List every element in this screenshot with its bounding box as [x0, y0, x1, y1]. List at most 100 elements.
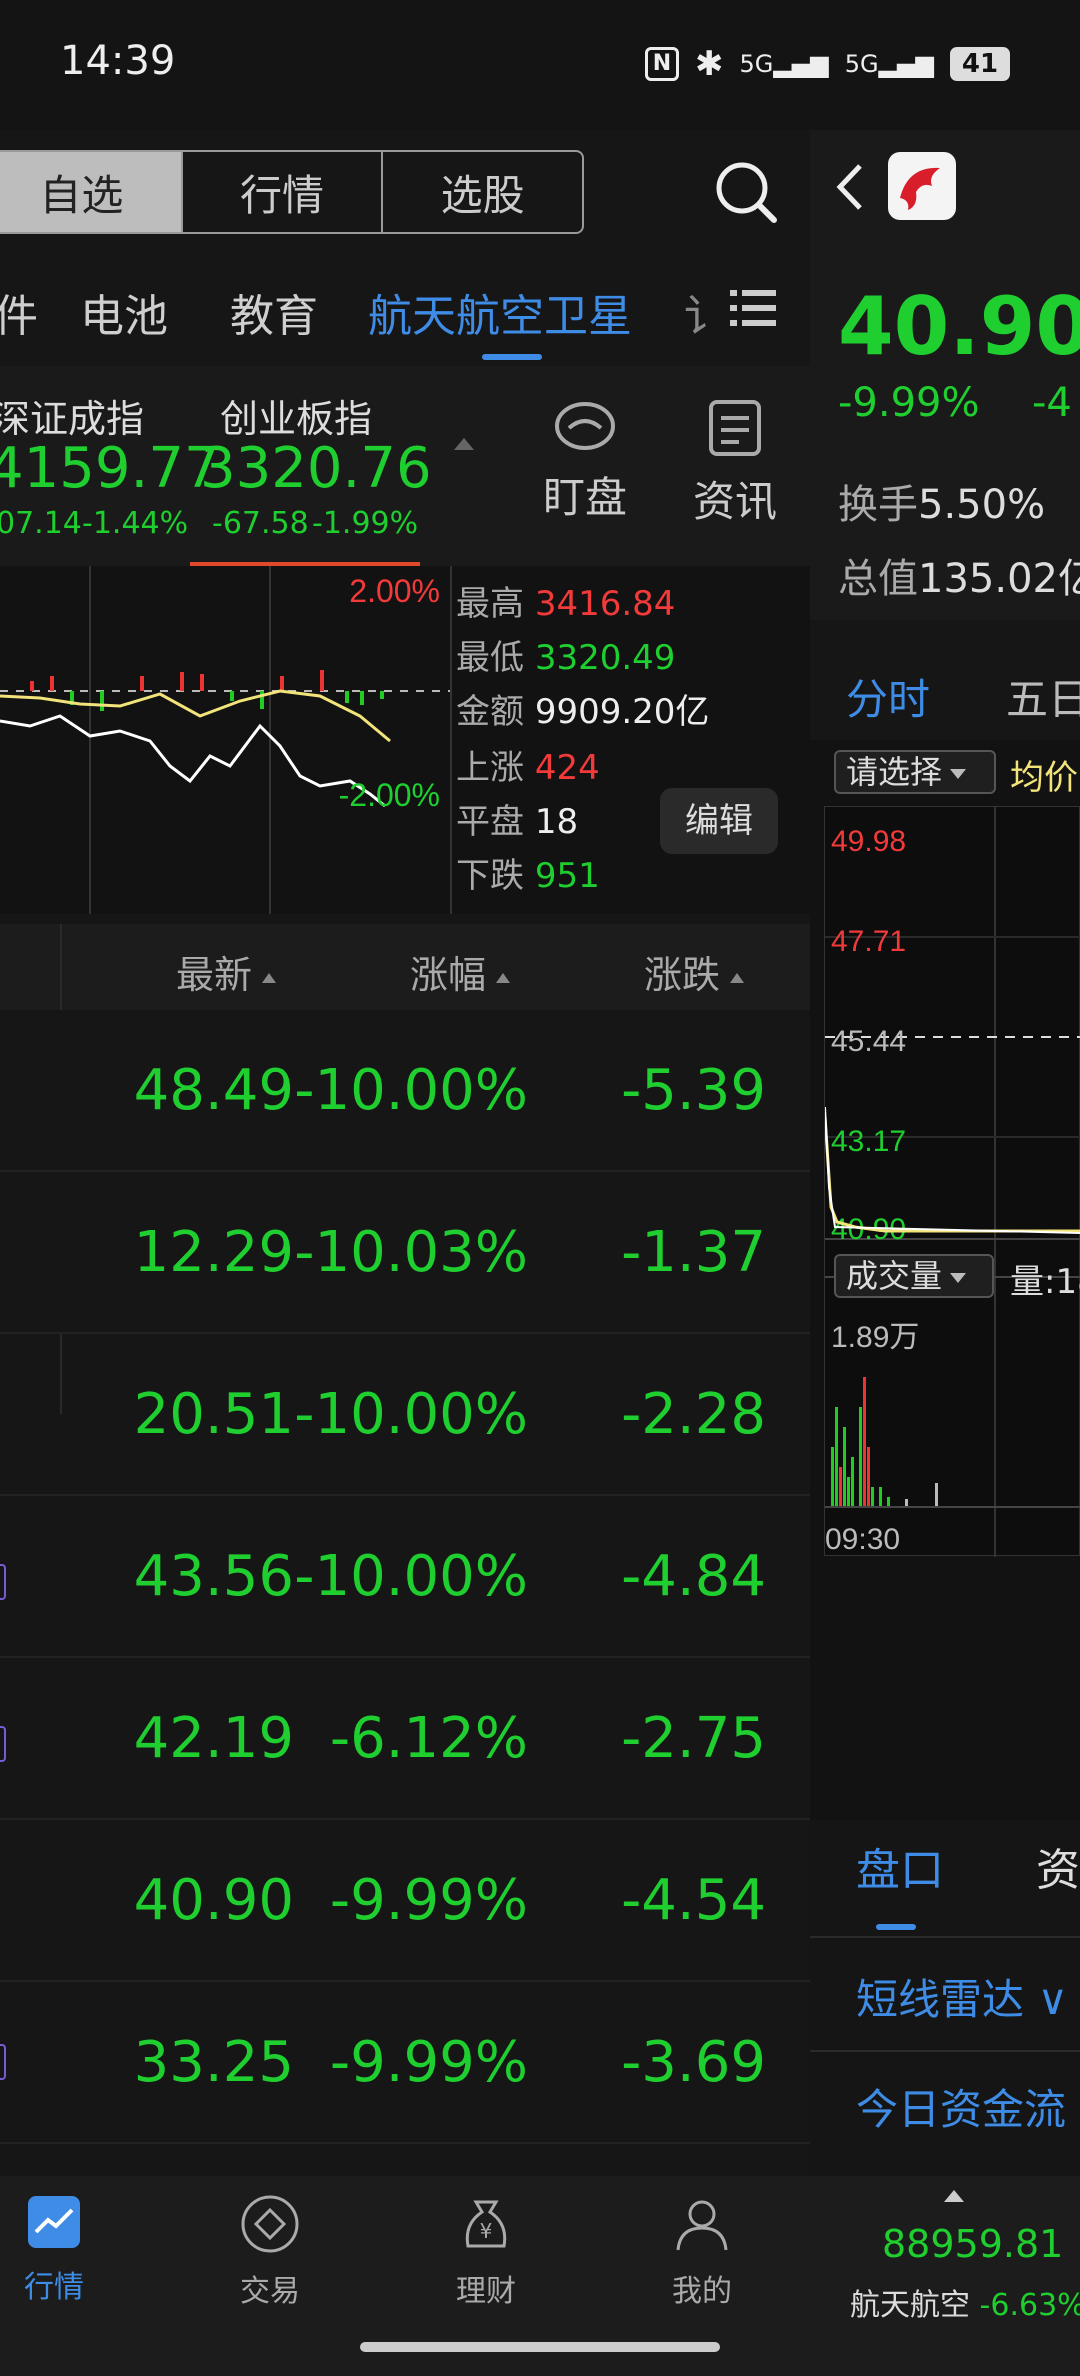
watch-button[interactable]: 盯盘 [530, 398, 640, 525]
price-tick: 49.98 [831, 825, 906, 858]
cell-price: 48.49 [133, 1058, 294, 1123]
cell-change: -2.28 [621, 1382, 766, 1447]
chart-icon [28, 2196, 80, 2248]
cell-price: 12.29 [133, 1220, 294, 1285]
cell-pct: -10.03% [294, 1220, 528, 1285]
table-row[interactable]: 33.25 -9.99% -3.69 [0, 1982, 810, 2144]
index-change: 07.14 [0, 506, 82, 541]
expand-arrow-icon[interactable] [944, 2190, 964, 2202]
segment-stock-picker[interactable]: 选股 [383, 152, 582, 232]
index-pct: -1.99% [312, 506, 419, 541]
index-change: -67.58 [212, 506, 309, 541]
index-info-panel: 最高 3416.84 最低 3320.49 金额 9909.20亿 上涨 424… [450, 566, 810, 914]
signal-icon-2: 5G▂▄▆ [844, 50, 934, 78]
cell-price: 20.51 [133, 1382, 294, 1447]
chart-bottom-label: -2.00% [339, 777, 440, 813]
category-tab-active[interactable]: 航天航空卫星 [368, 280, 632, 344]
index-ticker[interactable]: 88959.81 航天航空 -6.63% [810, 2176, 1080, 2376]
tab-order-book[interactable]: 盘口 [856, 1834, 944, 1898]
nav-profile[interactable]: 我的 [632, 2194, 772, 2310]
cell-price: 33.25 [133, 2030, 294, 2095]
stock-detail-panel: 40.90 -9.99% -4 换手5.50% 总值135.02亿 分时 五日 … [810, 130, 1080, 2176]
cell-change: -5.39 [621, 1058, 766, 1123]
document-icon [709, 400, 761, 456]
table-row[interactable]: 20.51 -10.00% -2.28 [0, 1334, 810, 1496]
edit-button[interactable]: 编辑 [660, 788, 778, 854]
segment-market[interactable]: 行情 [183, 152, 384, 232]
search-icon[interactable] [712, 158, 780, 226]
cell-pct: -10.00% [294, 1058, 528, 1123]
index-intraday-chart[interactable]: 2.00% -2.00% [0, 566, 450, 914]
cell-change: -4.84 [621, 1544, 766, 1609]
cell-price: 40.90 [133, 1868, 294, 1933]
sort-change-button[interactable]: 涨跌 [644, 944, 745, 999]
cell-pct: -9.99% [329, 1868, 528, 1933]
watch-label: 盯盘 [542, 473, 627, 522]
chart-tabs: 分时 五日 [810, 620, 1080, 740]
tab-five-day[interactable]: 五日 [1006, 666, 1080, 727]
table-row[interactable]: 43.56 -10.00% -4.84 [0, 1496, 810, 1658]
segment-watchlist[interactable]: 自选 [0, 152, 183, 232]
ticker-name-line: 航天航空 -6.63% [850, 2288, 1080, 2323]
price-tick: 43.17 [831, 1125, 906, 1158]
category-tab[interactable]: 教育 [230, 280, 318, 344]
market-cap: 总值135.02亿 [838, 556, 1080, 602]
sort-latest-button[interactable]: 最新 [176, 944, 277, 999]
dropdown-arrow-icon [950, 1273, 967, 1283]
table-row[interactable]: 48.49 -10.00% -5.39 [0, 1010, 810, 1172]
volume-label: 量:18 [1010, 1262, 1080, 1302]
order-book-section: 盘口 资 短线雷达 ∨ 今日资金流 [810, 1820, 1080, 2176]
user-icon [676, 2200, 728, 2251]
nav-trade[interactable]: 交易 [200, 2194, 340, 2310]
table-row[interactable]: 12.29 -10.03% -1.37 [0, 1172, 810, 1334]
divider [810, 1936, 1080, 1938]
info-high: 最高 3416.84 [456, 584, 676, 624]
volume-histogram [831, 1377, 938, 1507]
tab-intraday[interactable]: 分时 [846, 666, 930, 727]
index-name: 深证成指 [0, 397, 145, 441]
status-bar: 14:39 N ✱ 5G▂▄▆ 5G▂▄▆ 41 [0, 0, 1080, 130]
index-value: 4159.77 [0, 436, 220, 501]
tab-funds[interactable]: 资 [1036, 1834, 1080, 1898]
eye-icon [555, 402, 615, 450]
back-icon[interactable] [834, 162, 864, 212]
cell-change: -2.75 [621, 1706, 766, 1771]
table-row[interactable]: 42.19 -6.12% -2.75 [0, 1658, 810, 1820]
category-tab[interactable]: 讠 [684, 280, 728, 344]
list-menu-icon[interactable] [730, 288, 778, 328]
nav-market[interactable]: 行情 [0, 2194, 124, 2306]
divider [60, 924, 62, 1010]
volume-select[interactable]: 成交量 [834, 1254, 994, 1298]
wealth-icon: ¥ [465, 2200, 507, 2248]
battery-icon: 41 [950, 47, 1010, 81]
info-down: 下跌 951 [456, 856, 600, 896]
active-tab-indicator [482, 354, 542, 360]
nav-label: 我的 [672, 2274, 732, 2309]
today-fund-flow[interactable]: 今日资金流 [856, 2076, 1066, 2137]
trade-icon [241, 2195, 299, 2253]
stock-tag [0, 1726, 6, 1762]
news-button[interactable]: 资讯 [680, 398, 790, 529]
sort-pct-button[interactable]: 涨幅 [410, 944, 511, 999]
stock-change: -4 [1032, 380, 1072, 426]
stock-tag [0, 2044, 6, 2080]
indicator-select[interactable]: 请选择 [834, 750, 996, 794]
stock-quote-header: 40.90 -9.99% -4 换手5.50% 总值135.02亿 [810, 130, 1080, 620]
cell-price: 43.56 [133, 1544, 294, 1609]
divider [450, 566, 452, 914]
table-row[interactable]: 40.90 -9.99% -4.54 [0, 1820, 810, 1982]
cell-pct: -10.00% [294, 1544, 528, 1609]
info-amount: 金额 9909.20亿 [456, 692, 710, 732]
nav-wealth[interactable]: ¥ 理财 [416, 2194, 556, 2310]
collapse-arrow-icon[interactable] [454, 438, 474, 450]
home-indicator [360, 2342, 720, 2352]
index-value: 3320.76 [200, 436, 432, 501]
stock-logo-icon [888, 152, 956, 220]
short-term-radar[interactable]: 短线雷达 ∨ [856, 1966, 1068, 2027]
category-tab[interactable]: 电池 [80, 280, 168, 344]
stock-intraday-chart[interactable]: 49.98 47.71 45.44 43.17 40.90 1.89万 09:3… [823, 806, 1080, 1557]
sort-icon [262, 972, 277, 983]
nav-label: 理财 [456, 2274, 516, 2309]
price-tick: 47.71 [831, 925, 906, 958]
category-tab[interactable]: 件 [0, 280, 38, 344]
